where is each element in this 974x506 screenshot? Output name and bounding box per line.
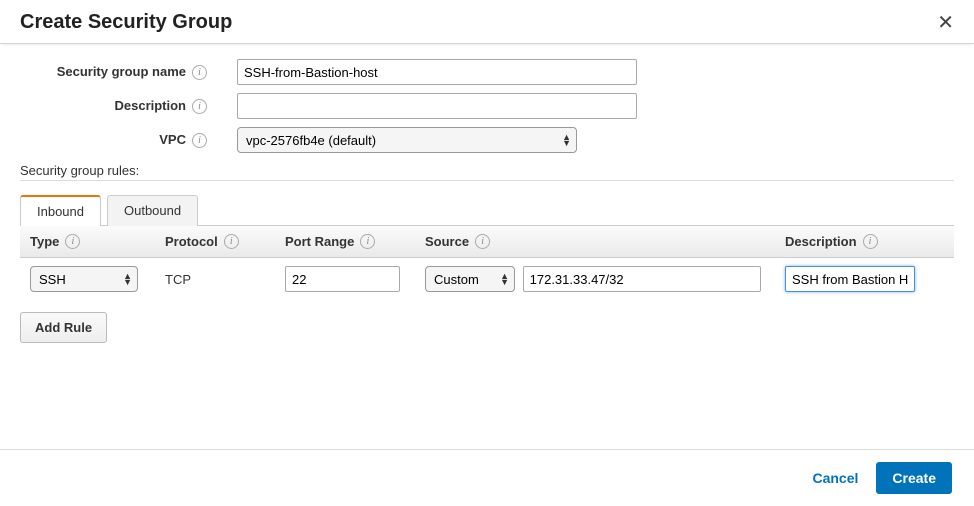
th-type: Typei [20, 226, 155, 257]
label-description: Descriptioni [20, 98, 215, 114]
description-input[interactable] [237, 93, 637, 119]
rule-port-input[interactable] [285, 266, 400, 292]
info-icon[interactable]: i [192, 65, 207, 80]
tab-inbound[interactable]: Inbound [20, 195, 101, 226]
th-source: Sourcei [415, 226, 775, 257]
info-icon[interactable]: i [192, 99, 207, 114]
rule-source-input[interactable] [523, 266, 761, 292]
rule-type-select[interactable]: SSH [30, 266, 138, 292]
vpc-select[interactable]: vpc-2576fb4e (default) [237, 127, 577, 153]
info-icon[interactable]: i [192, 133, 207, 148]
dialog-header: Create Security Group ✕ [0, 0, 974, 44]
close-icon[interactable]: ✕ [937, 10, 954, 35]
rule-source-type-select[interactable]: Custom [425, 266, 515, 292]
th-protocol: Protocoli [155, 226, 275, 257]
add-rule-button[interactable]: Add Rule [20, 312, 107, 343]
info-icon[interactable]: i [360, 234, 375, 249]
rules-table: Typei Protocoli Port Rangei Sourcei Desc… [20, 225, 954, 300]
th-description: Descriptioni [775, 226, 954, 257]
dialog-footer: Cancel Create [0, 449, 974, 506]
rules-tabs: Inbound Outbound [20, 195, 954, 226]
rule-protocol-value: TCP [165, 272, 191, 287]
th-port-range: Port Rangei [275, 226, 415, 257]
label-vpc: VPCi [20, 132, 215, 148]
info-icon[interactable]: i [224, 234, 239, 249]
label-sg-name: Security group namei [20, 64, 215, 80]
rules-section-label: Security group rules: [20, 163, 954, 178]
dialog-title: Create Security Group [20, 11, 232, 34]
table-row: SSH ▲▼ TCP Custom ▲▼ [20, 258, 954, 300]
tab-outbound[interactable]: Outbound [107, 195, 198, 226]
info-icon[interactable]: i [475, 234, 490, 249]
table-header: Typei Protocoli Port Rangei Sourcei Desc… [20, 226, 954, 258]
security-group-name-input[interactable] [237, 59, 637, 85]
rule-description-input[interactable] [785, 266, 915, 292]
info-icon[interactable]: i [65, 234, 80, 249]
info-icon[interactable]: i [863, 234, 878, 249]
create-button[interactable]: Create [876, 462, 952, 494]
divider [20, 180, 954, 181]
cancel-button[interactable]: Cancel [812, 470, 858, 486]
dialog-content: Security group namei Descriptioni VPCi v… [0, 44, 974, 449]
